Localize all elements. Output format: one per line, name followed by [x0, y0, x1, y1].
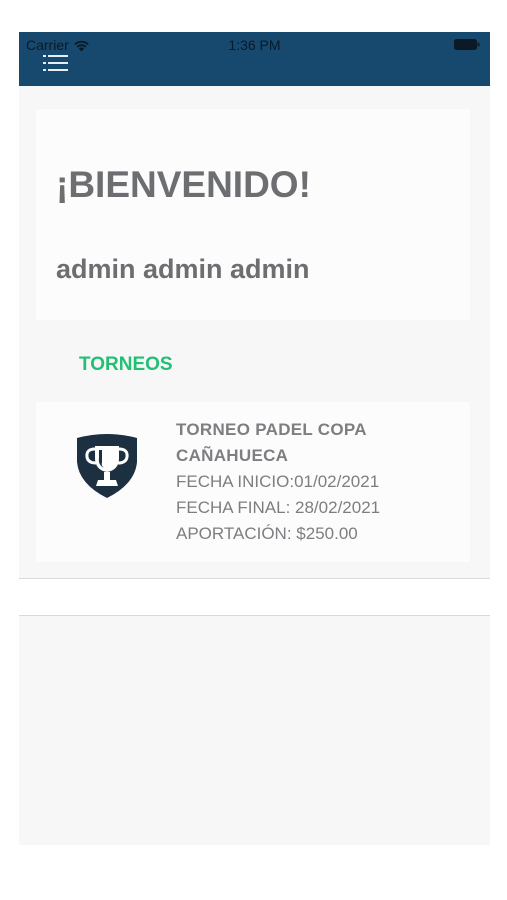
status-bar: Carrier 1:36 PM: [19, 32, 490, 86]
battery-icon: [454, 39, 480, 50]
tournament-contribution: APORTACIÓN: $250.00: [176, 524, 358, 543]
tournament-name: TORNEO PADEL COPA CAÑAHUECA: [176, 420, 367, 465]
hamburger-list-icon[interactable]: [43, 54, 69, 72]
welcome-card: ¡BIENVENIDO! admin admin admin: [36, 109, 470, 320]
divider: [19, 615, 490, 616]
trophy-shield-icon: [77, 434, 137, 498]
empty-row: [19, 579, 490, 615]
status-time: 1:36 PM: [228, 37, 281, 53]
tournament-card[interactable]: TORNEO PADEL COPA CAÑAHUECA FECHA INICIO…: [36, 402, 470, 562]
welcome-title: ¡BIENVENIDO!: [56, 164, 311, 205]
tournament-details: TORNEO PADEL COPA CAÑAHUECA FECHA INICIO…: [176, 417, 466, 547]
tournament-end-date: FECHA FINAL: 28/02/2021: [176, 498, 381, 517]
tournament-start-date: FECHA INICIO:01/02/2021: [176, 472, 380, 491]
user-name: admin admin admin: [56, 254, 310, 284]
tournaments-section-label: TORNEOS: [79, 354, 173, 375]
app-screen: Carrier 1:36 PM ¡BIENVENIDO! admin admin…: [19, 32, 490, 845]
